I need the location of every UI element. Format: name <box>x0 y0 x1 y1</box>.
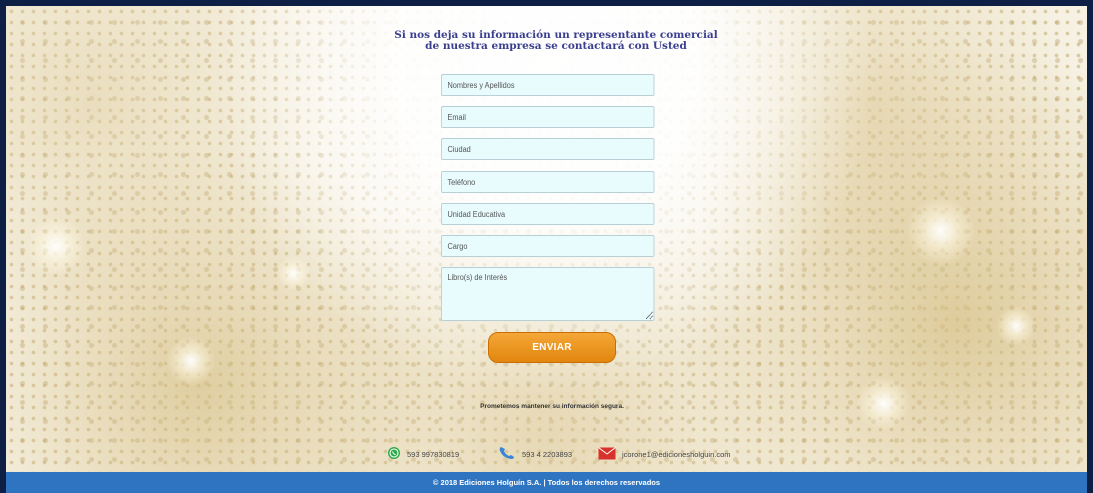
footer-bar: © 2018 Ediciones Holguín S.A. | Todos lo… <box>6 472 1087 493</box>
name-input[interactable] <box>441 74 655 96</box>
envelope-icon <box>598 446 616 462</box>
email-contact[interactable]: jcorone1@edicionesholguin.com <box>598 446 731 462</box>
form-heading: Si nos deja su información un representa… <box>386 30 726 52</box>
phone-contact[interactable]: 593 4 2203893 <box>498 446 572 462</box>
position-input[interactable] <box>441 235 655 257</box>
phone-input[interactable] <box>441 171 655 193</box>
footer-copyright: © 2018 Ediciones Holguín S.A. | Todos lo… <box>432 478 661 487</box>
whatsapp-number: 593 997830819 <box>407 449 460 459</box>
submit-button[interactable]: ENVIAR <box>488 332 616 363</box>
books-of-interest-textarea[interactable] <box>441 267 655 321</box>
phone-number: 593 4 2203893 <box>522 449 573 459</box>
phone-icon <box>498 445 516 463</box>
privacy-note: Prometemos mantener su información segur… <box>480 403 624 410</box>
school-input[interactable] <box>441 203 655 225</box>
form-heading-line2: de nuestra empresa se contactará con Ust… <box>425 40 687 52</box>
whatsapp-contact[interactable]: 593 997830819 <box>387 446 459 462</box>
whatsapp-icon <box>387 446 401 462</box>
city-input[interactable] <box>441 138 655 160</box>
email-input[interactable] <box>441 106 655 128</box>
email-address: jcorone1@edicionesholguin.com <box>622 449 731 459</box>
contact-form-section: Si nos deja su información un representa… <box>6 6 1087 493</box>
page-background: Si nos deja su información un representa… <box>0 0 1093 493</box>
